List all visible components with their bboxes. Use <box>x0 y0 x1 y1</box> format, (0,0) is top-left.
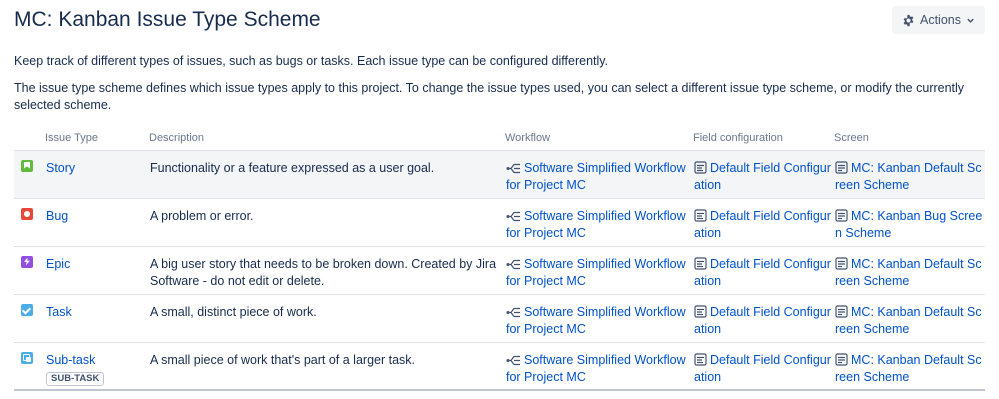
issue-type-link-subtask[interactable]: Sub-task <box>46 353 95 367</box>
field-configuration-link[interactable]: Default Field Configuration <box>694 353 831 384</box>
screen-icon <box>835 256 848 270</box>
actions-label: Actions <box>920 13 961 27</box>
workflow-link[interactable]: Software Simplified Workflow for Project… <box>506 209 686 240</box>
issue-type-description: A problem or error. <box>149 197 505 246</box>
screen-icon <box>835 208 848 222</box>
screen-scheme-link[interactable]: MC: Kanban Default Screen Scheme <box>835 257 982 288</box>
field-configuration-icon <box>694 352 707 366</box>
screen-scheme-link[interactable]: MC: Kanban Default Screen Scheme <box>835 305 982 336</box>
issue-type-link-task[interactable]: Task <box>46 305 72 319</box>
issue-types-table: Issue Type Description Workflow Field co… <box>14 127 985 391</box>
issue-type-link-epic[interactable]: Epic <box>46 257 70 271</box>
issue-type-description: A big user story that needs to be broken… <box>149 245 505 294</box>
workflow-link[interactable]: Software Simplified Workflow for Project… <box>506 257 686 288</box>
table-row: Epic A big user story that needs to be b… <box>14 245 985 294</box>
epic-icon <box>21 255 33 268</box>
table-row: Sub-task SUB-TASK A small piece of work … <box>14 341 985 391</box>
issue-type-column-header: Issue Type <box>45 132 98 145</box>
scheme-intro-text: Keep track of different types of issues,… <box>14 54 609 68</box>
table-row: Task A small, distinct piece of work. So… <box>14 293 985 342</box>
screen-icon <box>835 304 848 318</box>
field-configuration-link[interactable]: Default Field Configuration <box>694 257 831 288</box>
issue-type-description: A small piece of work that's part of a l… <box>149 341 505 391</box>
page-header: MC: Kanban Issue Type Scheme Actions <box>14 0 985 40</box>
screen-icon <box>835 352 848 366</box>
task-icon <box>21 303 33 316</box>
workflow-link[interactable]: Software Simplified Workflow for Project… <box>506 161 686 192</box>
field-configuration-icon <box>694 256 707 270</box>
field-configuration-link[interactable]: Default Field Configuration <box>694 305 831 336</box>
issue-type-link-bug[interactable]: Bug <box>46 209 68 223</box>
bug-icon <box>21 207 33 220</box>
workflow-icon <box>506 307 520 317</box>
field-configuration-icon <box>694 304 707 318</box>
issue-type-scheme-page: MC: Kanban Issue Type Scheme Actions Kee… <box>0 0 999 399</box>
screen-scheme-link[interactable]: MC: Kanban Default Screen Scheme <box>835 353 982 384</box>
icon-column-header <box>14 127 45 150</box>
scheme-explanation-text: The issue type scheme defines which issu… <box>14 81 965 112</box>
screen-scheme-link[interactable]: MC: Kanban Default Screen Scheme <box>835 161 982 192</box>
actions-button[interactable]: Actions <box>892 6 985 34</box>
story-icon <box>21 159 33 172</box>
page-title: MC: Kanban Issue Type Scheme <box>14 8 321 31</box>
field-configuration-column-header: Field configuration <box>693 132 783 145</box>
issue-type-link-story[interactable]: Story <box>46 161 75 175</box>
description-column-header: Description <box>149 132 205 145</box>
issue-type-description: Functionality or a feature expressed as … <box>149 149 505 198</box>
field-configuration-link[interactable]: Default Field Configuration <box>694 209 831 240</box>
table-row: Story Functionality or a feature express… <box>14 149 985 198</box>
subtask-badge: SUB-TASK <box>46 371 105 386</box>
workflow-link[interactable]: Software Simplified Workflow for Project… <box>506 353 686 384</box>
workflow-icon <box>506 163 520 173</box>
screen-column-header: Screen <box>834 132 869 145</box>
gear-icon <box>903 14 914 26</box>
workflow-link[interactable]: Software Simplified Workflow for Project… <box>506 305 686 336</box>
subtask-icon <box>21 351 33 364</box>
screen-icon <box>835 160 848 174</box>
table-row: Bug A problem or error. Software Simplif… <box>14 197 985 246</box>
chevron-down-icon <box>967 18 974 23</box>
field-configuration-icon <box>694 208 707 222</box>
workflow-icon <box>506 259 520 269</box>
field-configuration-link[interactable]: Default Field Configuration <box>694 161 831 192</box>
screen-scheme-link[interactable]: MC: Kanban Bug Screen Scheme <box>835 209 982 240</box>
table-header-row: Issue Type Description Workflow Field co… <box>14 127 985 150</box>
workflow-icon <box>506 211 520 221</box>
issue-type-description: A small, distinct piece of work. <box>149 293 505 342</box>
workflow-column-header: Workflow <box>505 132 551 145</box>
workflow-icon <box>506 355 520 365</box>
field-configuration-icon <box>694 160 707 174</box>
